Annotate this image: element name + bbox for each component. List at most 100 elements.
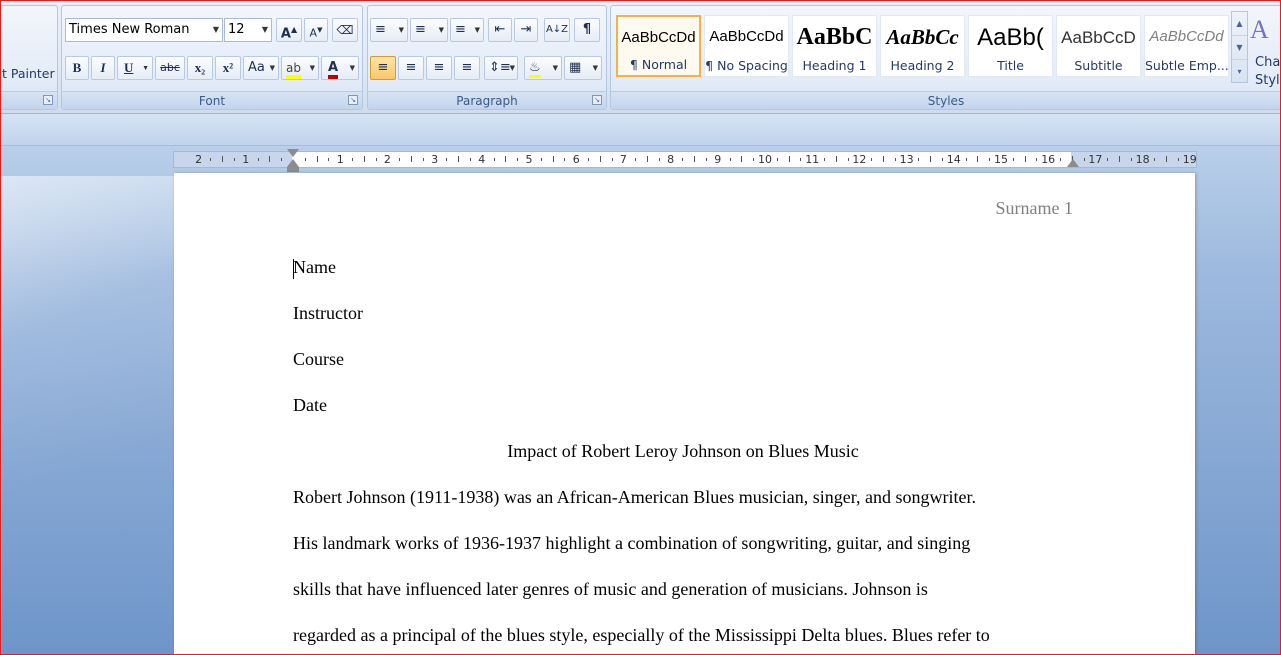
- style-no-spacing[interactable]: AaBbCcDd ¶ No Spacing: [704, 15, 789, 77]
- page-header[interactable]: Surname 1: [996, 198, 1073, 219]
- document-page[interactable]: Surname 1 Name Instructor Course Date Im…: [174, 173, 1195, 654]
- format-painter-button[interactable]: t Painter: [2, 66, 55, 81]
- style-name: Title: [997, 58, 1024, 73]
- ruler-minor-tick: [588, 158, 589, 161]
- ruler-number: 6: [572, 153, 580, 166]
- doc-line-date[interactable]: Date: [293, 395, 327, 416]
- ruler-minor-tick: [824, 158, 825, 161]
- ruler-minor-tick: [1119, 156, 1120, 162]
- styles-group-label: Styles: [611, 91, 1280, 109]
- bold-button[interactable]: B: [65, 56, 89, 80]
- body-line[interactable]: Robert Johnson (1911-1938) was an Africa…: [293, 487, 976, 508]
- font-size-combo[interactable]: 12 ▼: [224, 18, 272, 42]
- line-spacing-button[interactable]: ⇕≡ ▼: [484, 56, 518, 80]
- doc-line-course[interactable]: Course: [293, 349, 344, 370]
- shrink-font-button[interactable]: A▼: [304, 18, 328, 42]
- left-indent-marker[interactable]: [287, 167, 299, 172]
- italic-icon: I: [100, 60, 106, 75]
- align-right-button[interactable]: ≡: [426, 56, 452, 80]
- italic-button[interactable]: I: [91, 56, 115, 80]
- ruler-minor-tick: [1060, 158, 1061, 161]
- scroll-up-icon[interactable]: ▲: [1232, 12, 1247, 36]
- font-color-button[interactable]: A ▼: [321, 56, 359, 80]
- align-left-button[interactable]: ≡: [370, 56, 396, 80]
- clipboard-dialog-launcher-icon[interactable]: ↘: [43, 95, 53, 105]
- ruler-left-margin[interactable]: [174, 152, 292, 167]
- grow-font-button[interactable]: A▲: [276, 18, 302, 42]
- ruler-number: 1: [242, 153, 250, 166]
- more-styles-icon[interactable]: ▾: [1232, 60, 1247, 84]
- show-hide-marks-button[interactable]: ¶: [574, 18, 600, 42]
- superscript-button[interactable]: x²: [215, 56, 241, 80]
- style-normal[interactable]: AaBbCcDd ¶ Normal: [616, 15, 701, 77]
- ruler-minor-tick: [257, 158, 259, 161]
- ruler-minor-tick: [800, 158, 802, 161]
- style-subtle-emphasis[interactable]: AaBbCcDd Subtle Emp...: [1144, 15, 1229, 77]
- style-name: Subtle Emp...: [1145, 58, 1228, 73]
- style-title[interactable]: AaBb( Title: [968, 15, 1053, 77]
- bullets-button[interactable]: ≡ ▼: [370, 18, 408, 42]
- underline-button[interactable]: U ▼: [117, 56, 153, 80]
- highlight-button[interactable]: ab ▼: [281, 56, 319, 80]
- align-right-icon: ≡: [433, 60, 445, 75]
- body-line[interactable]: regarded as a principal of the blues sty…: [293, 625, 990, 646]
- shading-button[interactable]: ♨ ▼: [524, 56, 562, 80]
- ruler-minor-tick: [1012, 158, 1014, 161]
- body-line[interactable]: skills that have influenced later genres…: [293, 579, 928, 600]
- change-case-button[interactable]: Aa ▼: [243, 56, 279, 80]
- first-line-indent-marker[interactable]: [287, 149, 299, 157]
- strikethrough-button[interactable]: abc: [155, 56, 185, 80]
- ruler-number: 4: [478, 153, 486, 166]
- style-sample: AaBbCc: [886, 25, 959, 49]
- paragraph-dialog-launcher-icon[interactable]: ↘: [592, 95, 602, 105]
- borders-button[interactable]: ▦ ▼: [564, 56, 602, 80]
- ruler-minor-tick: [552, 156, 554, 162]
- justify-button[interactable]: ≡: [454, 56, 480, 80]
- increase-indent-button[interactable]: ⇥: [514, 18, 538, 42]
- subscript-button[interactable]: x₂: [187, 56, 213, 80]
- change-styles-button[interactable]: A Chan Style: [1250, 13, 1280, 93]
- doc-line-name[interactable]: Name: [293, 257, 336, 278]
- ruler-minor-tick: [611, 158, 613, 161]
- body-line[interactable]: His landmark works of 1936-1937 highligh…: [293, 533, 970, 554]
- scroll-down-icon[interactable]: ▼: [1232, 36, 1247, 60]
- style-heading-1[interactable]: AaBbC Heading 1: [792, 15, 877, 77]
- hanging-indent-marker[interactable]: [287, 159, 299, 167]
- bold-icon: B: [72, 60, 82, 75]
- ruler-minor-tick: [682, 158, 684, 161]
- font-name-combo[interactable]: Times New Roman ▼: [65, 18, 223, 42]
- ruler-minor-tick: [894, 158, 896, 161]
- ruler-minor-tick: [706, 158, 707, 161]
- sort-button[interactable]: A↓Z: [544, 18, 570, 42]
- align-center-button[interactable]: ≡: [398, 56, 424, 80]
- font-name-value: Times New Roman: [69, 22, 190, 37]
- ruler-number: 15: [994, 153, 1008, 166]
- ruler-minor-tick: [930, 156, 932, 162]
- style-name: Heading 2: [890, 58, 955, 73]
- ruler-minor-tick: [517, 158, 519, 161]
- right-indent-marker[interactable]: [1067, 159, 1079, 167]
- numbering-button[interactable]: ≡ ▼: [410, 18, 448, 42]
- style-sample: AaBbCcDd: [1149, 28, 1224, 45]
- ruler-minor-tick: [729, 158, 731, 161]
- clear-formatting-button[interactable]: ⌫: [332, 18, 358, 42]
- ruler-number: 17: [1088, 153, 1103, 166]
- horizontal-ruler[interactable]: 2 1 1 2 3 4 5 6 7 8 9 10 11 12 13 14 15 16 17 18 19: [173, 151, 1197, 168]
- superscript-icon: x²: [222, 60, 234, 75]
- ruler-minor-tick: [564, 158, 566, 161]
- document-title[interactable]: Impact of Robert Leroy Johnson on Blues …: [293, 441, 1073, 462]
- style-subtitle[interactable]: AaBbCcD Subtitle: [1056, 15, 1141, 77]
- doc-line-instructor[interactable]: Instructor: [293, 303, 363, 324]
- ruler-minor-tick: [458, 156, 460, 162]
- font-dialog-launcher-icon[interactable]: ↘: [348, 95, 358, 105]
- ruler-number: 14: [946, 153, 961, 166]
- style-heading-2[interactable]: AaBbCc Heading 2: [880, 15, 965, 77]
- ruler-minor-tick: [694, 156, 696, 162]
- bullet-list-icon: ≡: [375, 22, 386, 37]
- ruler-minor-tick: [658, 158, 660, 161]
- multilevel-list-button[interactable]: ≡ ▼: [450, 18, 484, 42]
- ribbon-bottom-strip: [1, 114, 1280, 146]
- background-swoosh: [1, 176, 176, 654]
- decrease-indent-button[interactable]: ⇤: [488, 18, 512, 42]
- ruler-minor-tick: [375, 158, 377, 161]
